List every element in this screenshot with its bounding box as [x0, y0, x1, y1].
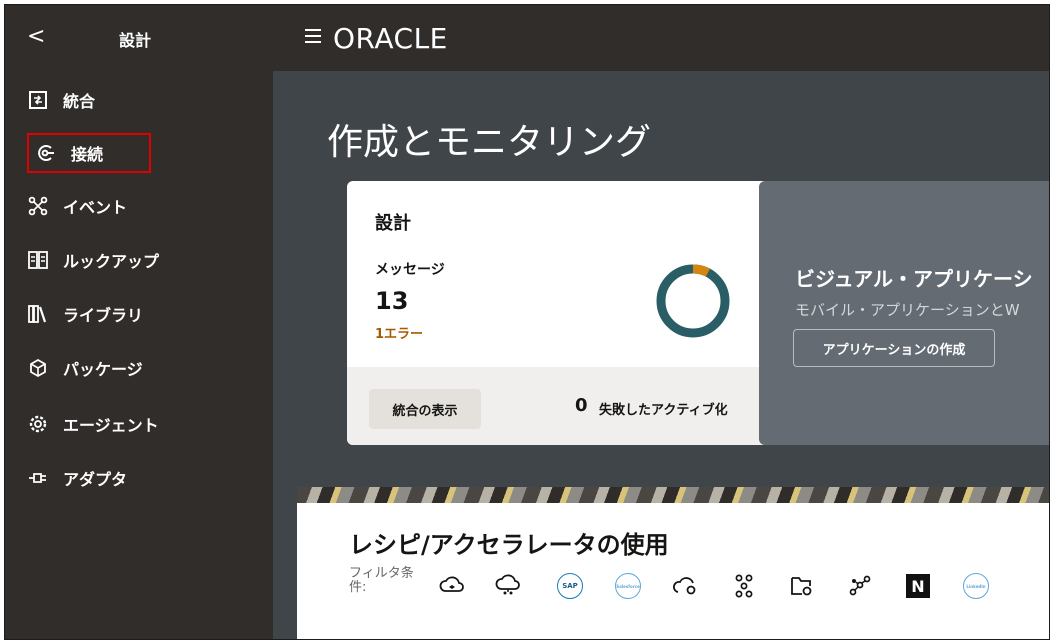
sidebar-item-libraries[interactable]: ライブラリ	[27, 297, 143, 331]
sidebar-item-label: エージェント	[63, 416, 159, 435]
top-bar: < 設計 ORACLE	[5, 5, 1049, 71]
sidebar-item-events[interactable]: イベント	[27, 189, 127, 223]
back-arrow-icon[interactable]: <	[27, 25, 51, 49]
netsuite-filter[interactable]: N	[903, 571, 933, 601]
cloud-stack-icon[interactable]	[437, 571, 467, 601]
visual-card-subtitle: モバイル・アプリケーションとW	[795, 301, 1020, 319]
view-integrations-button[interactable]: 統合の表示	[369, 389, 481, 429]
sidebar-item-label: ルックアップ	[63, 252, 160, 271]
card-footer: 統合の表示 0 失敗したアクティブ化	[347, 367, 771, 445]
failed-activation-label: 失敗したアクティブ化	[599, 403, 728, 418]
sidebar-item-label: アダプタ	[63, 470, 128, 489]
donut-success-arc	[656, 264, 730, 338]
create-application-button[interactable]: アプリケーションの作成	[793, 329, 995, 367]
lookup-icon	[27, 249, 49, 271]
cloud-network-icon[interactable]	[493, 571, 523, 601]
sidebar-item-lookups[interactable]: ルックアップ	[27, 243, 159, 277]
failed-activation-count: 0	[575, 395, 588, 416]
main-content: 作成とモニタリング 設計 メッセージ 13 1エラー 統合の表示 0 失敗したア…	[273, 71, 1049, 639]
recipes-banner-image	[297, 487, 1049, 503]
sidebar-item-label: ライブラリ	[63, 306, 144, 325]
sidebar-item-connections[interactable]: 接続	[27, 133, 151, 173]
sidebar-item-label: イベント	[63, 198, 128, 217]
folder-gear-icon[interactable]	[787, 571, 817, 601]
section-title: 設計	[119, 31, 152, 50]
cloud-gear-icon[interactable]	[671, 571, 701, 601]
connection-icon	[35, 142, 57, 164]
hamburger-menu-icon[interactable]	[305, 29, 321, 43]
card-title: 設計	[375, 213, 411, 234]
sidebar-item-integrations[interactable]: 統合	[27, 83, 95, 117]
sidebar: 統合 接続 イベント ルックアップ ライブラリ パッケージ エージェント アダプ…	[5, 71, 273, 639]
messages-count: 13	[375, 287, 409, 315]
recipes-title: レシピ/アクセラレータの使用	[349, 531, 669, 559]
oracle-logo[interactable]: ORACLE	[333, 22, 448, 55]
visual-card-title: ビジュアル・アプリケーシ	[795, 267, 1033, 291]
adapter-icon	[27, 467, 49, 489]
linkedin-label: LinkedIn	[963, 573, 989, 599]
sap-filter[interactable]: SAP	[555, 571, 585, 601]
sap-label: SAP	[557, 573, 583, 599]
salesforce-label: Salesforce	[615, 573, 641, 599]
sidebar-item-label: 統合	[63, 92, 96, 111]
error-count-link[interactable]: 1エラー	[375, 323, 423, 342]
package-icon	[27, 357, 49, 379]
linkedin-filter[interactable]: LinkedIn	[961, 571, 991, 601]
messages-donut-chart	[656, 264, 730, 338]
sidebar-item-label: パッケージ	[63, 360, 143, 379]
library-icon	[27, 303, 49, 325]
graph-icon[interactable]	[845, 571, 875, 601]
netsuite-label: N	[906, 574, 930, 598]
event-icon	[27, 195, 49, 217]
design-card: 設計 メッセージ 13 1エラー 統合の表示 0 失敗したアクティブ化	[347, 181, 771, 445]
salesforce-filter[interactable]: Salesforce	[613, 571, 643, 601]
integration-icon	[27, 89, 49, 111]
filter-label: フィルタ条件:	[349, 566, 414, 595]
sidebar-item-adapters[interactable]: アダプタ	[27, 461, 127, 495]
agent-icon	[27, 413, 49, 435]
sidebar-item-packages[interactable]: パッケージ	[27, 351, 143, 385]
messages-label: メッセージ	[375, 262, 445, 278]
nodes-icon[interactable]	[729, 571, 759, 601]
sidebar-item-label: 接続	[71, 145, 104, 164]
sidebar-item-agents[interactable]: エージェント	[27, 407, 159, 441]
page-title: 作成とモニタリング	[327, 122, 652, 163]
visual-application-card: ビジュアル・アプリケーシ モバイル・アプリケーションとW アプリケーションの作成	[759, 181, 1049, 445]
recipes-section: レシピ/アクセラレータの使用 フィルタ条件: SAP Salesforce N …	[297, 487, 1049, 639]
app-window: < 設計 ORACLE 統合 接続 イベント ルックアップ ライブラリ パッケー…	[4, 4, 1050, 640]
